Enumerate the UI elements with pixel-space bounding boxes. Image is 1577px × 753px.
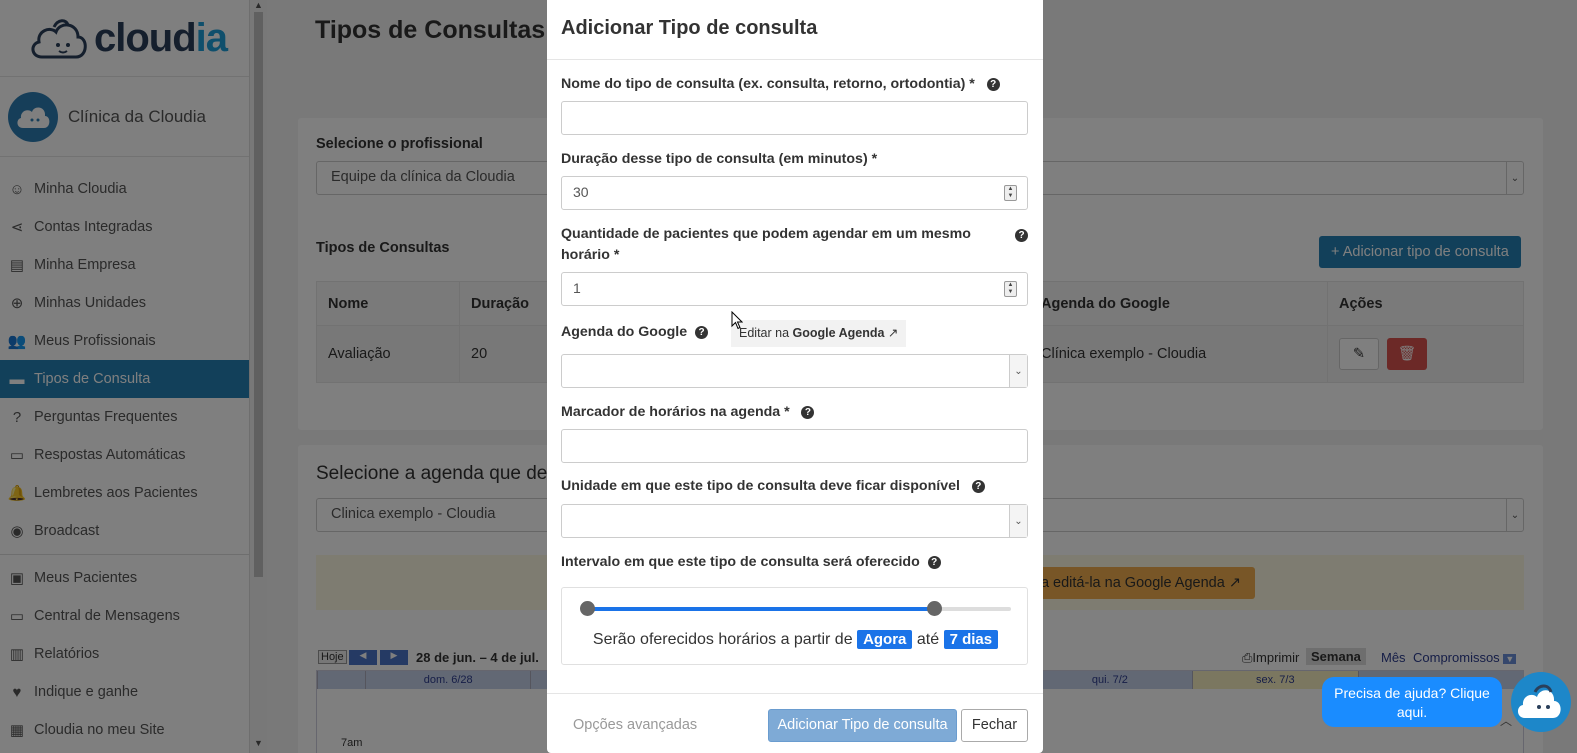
close-button[interactable]: Fechar xyxy=(961,709,1028,742)
quantity-label: Quantidade de pacientes que podem agenda… xyxy=(561,224,1028,266)
mouse-cursor-icon xyxy=(731,311,743,330)
spinner-icon[interactable]: ▲ ▼ xyxy=(1004,185,1017,201)
range-start-handle[interactable] xyxy=(579,601,595,616)
edit-google-agenda-link[interactable]: Editar na Google Agenda ↗ xyxy=(731,320,907,347)
modal-header: Adicionar Tipo de consulta xyxy=(547,0,1043,60)
help-icon[interactable]: ? xyxy=(986,77,1000,91)
range-summary: Serão oferecidos horários a partir de Ag… xyxy=(562,630,1029,649)
help-chat-avatar[interactable] xyxy=(1511,672,1571,732)
duration-label: Duração desse tipo de consulta (em minut… xyxy=(561,151,878,167)
help-icon[interactable]: ? xyxy=(801,405,815,419)
gcal-label: Agenda do Google ? xyxy=(561,322,708,343)
range-to-badge: 7 dias xyxy=(943,630,999,649)
spinner-icon[interactable]: ▲ ▼ xyxy=(1004,281,1017,297)
add-type-modal: Adicionar Tipo de consulta Nome do tipo … xyxy=(547,0,1043,753)
help-icon[interactable]: ? xyxy=(695,325,708,339)
external-link-icon: ↗ xyxy=(887,326,899,340)
modal-footer: Opções avançadas Adicionar Tipo de consu… xyxy=(547,693,1043,753)
chevron-down-icon: ⌄ xyxy=(1009,505,1027,537)
range-end-handle[interactable] xyxy=(927,601,943,616)
help-chat-bubble[interactable]: Precisa de ajuda? Clique aqui. xyxy=(1322,677,1502,727)
advanced-options-button[interactable]: Opções avançadas xyxy=(573,717,697,733)
gcal-select[interactable]: ⌄ xyxy=(561,354,1028,388)
duration-input[interactable]: 30 ▲ ▼ xyxy=(561,176,1028,210)
submit-button[interactable]: Adicionar Tipo de consulta xyxy=(768,709,957,742)
interval-label: Intervalo em que este tipo de consulta s… xyxy=(561,552,941,573)
scroll-up-icon[interactable]: ︿ xyxy=(1500,712,1512,729)
name-label: Nome do tipo de consulta (ex. consulta, … xyxy=(561,74,1000,95)
range-fill xyxy=(587,607,935,611)
help-icon[interactable]: ? xyxy=(971,479,985,493)
chevron-down-icon: ⌄ xyxy=(1009,355,1027,387)
quantity-input[interactable]: 1 ▲ ▼ xyxy=(561,272,1028,306)
help-icon[interactable]: ? xyxy=(927,555,941,569)
unit-label: Unidade em que este tipo de consulta dev… xyxy=(561,476,985,497)
marker-input[interactable] xyxy=(561,429,1028,463)
interval-range: Serão oferecidos horários a partir de Ag… xyxy=(561,587,1028,665)
marker-label: Marcador de horários na agenda * ? xyxy=(561,402,815,423)
modal-title: Adicionar Tipo de consulta xyxy=(561,17,818,39)
app-root: cloudia Clínica da Cloudia ☺Minha Cloudi… xyxy=(0,0,1577,753)
range-track[interactable] xyxy=(587,607,1011,611)
cloud-mascot-icon xyxy=(1517,684,1561,718)
name-input[interactable] xyxy=(561,101,1028,135)
unit-select[interactable]: ⌄ xyxy=(561,504,1028,538)
range-from-badge: Agora xyxy=(857,630,913,649)
help-icon[interactable]: ? xyxy=(1015,229,1028,242)
